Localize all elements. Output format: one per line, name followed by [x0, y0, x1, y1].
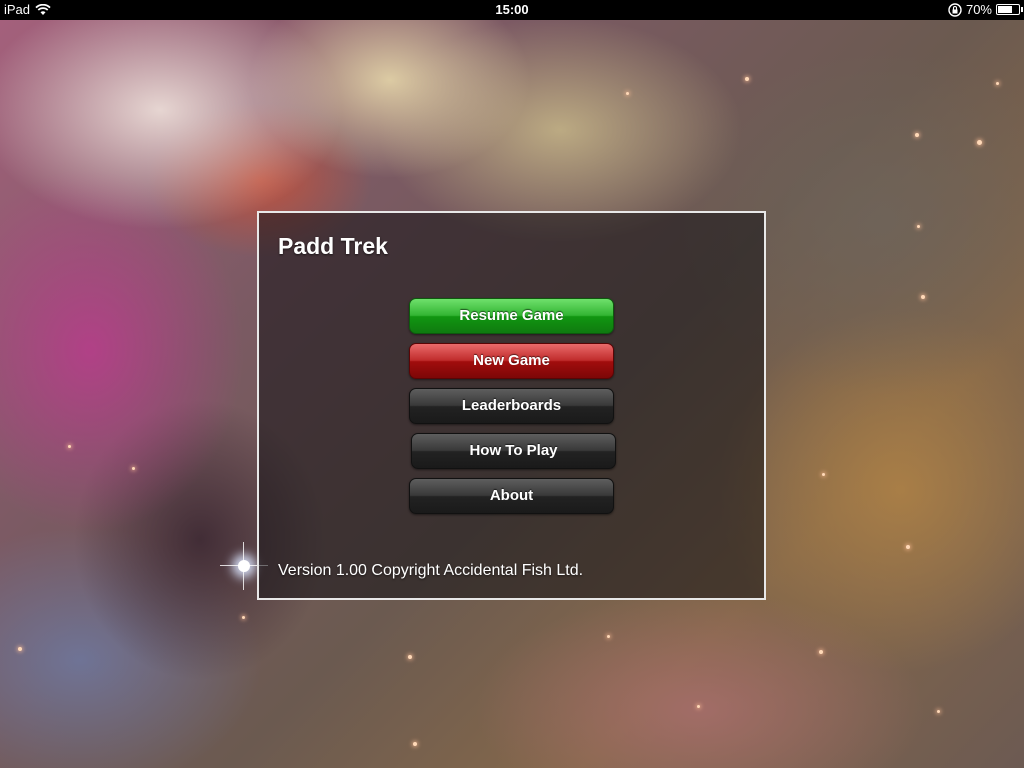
- star: [68, 445, 71, 448]
- star: [413, 742, 417, 746]
- how-to-play-button[interactable]: How To Play: [411, 433, 616, 469]
- star: [745, 77, 749, 81]
- battery-level: [998, 6, 1012, 13]
- star: [977, 140, 982, 145]
- game-title: Padd Trek: [278, 233, 388, 259]
- leaderboards-button[interactable]: Leaderboards: [409, 388, 614, 424]
- battery-percent: 70%: [965, 2, 992, 17]
- status-bar-right: 70%: [948, 2, 1023, 17]
- star: [921, 295, 925, 299]
- star: [819, 650, 823, 654]
- main-menu-panel: Padd Trek Resume Game New Game Leaderboa…: [257, 211, 766, 600]
- star: [822, 473, 825, 476]
- battery-icon: [996, 4, 1023, 15]
- star: [132, 467, 135, 470]
- star: [697, 705, 700, 708]
- status-time: 15:00: [495, 2, 529, 17]
- resume-game-button[interactable]: Resume Game: [409, 298, 614, 334]
- status-bar: iPad 15:00 70%: [0, 0, 1024, 20]
- star: [937, 710, 940, 713]
- star: [607, 635, 610, 638]
- about-button[interactable]: About: [409, 478, 614, 514]
- star: [18, 647, 22, 651]
- star: [996, 82, 999, 85]
- star: [242, 616, 245, 619]
- star: [408, 655, 412, 659]
- new-game-button[interactable]: New Game: [409, 343, 614, 379]
- bright-star: [220, 542, 268, 590]
- star: [906, 545, 910, 549]
- version-copyright-text: Version 1.00 Copyright Accidental Fish L…: [278, 562, 584, 579]
- star: [626, 92, 629, 95]
- orientation-lock-icon: [948, 2, 962, 17]
- star: [917, 225, 920, 228]
- star: [915, 133, 919, 137]
